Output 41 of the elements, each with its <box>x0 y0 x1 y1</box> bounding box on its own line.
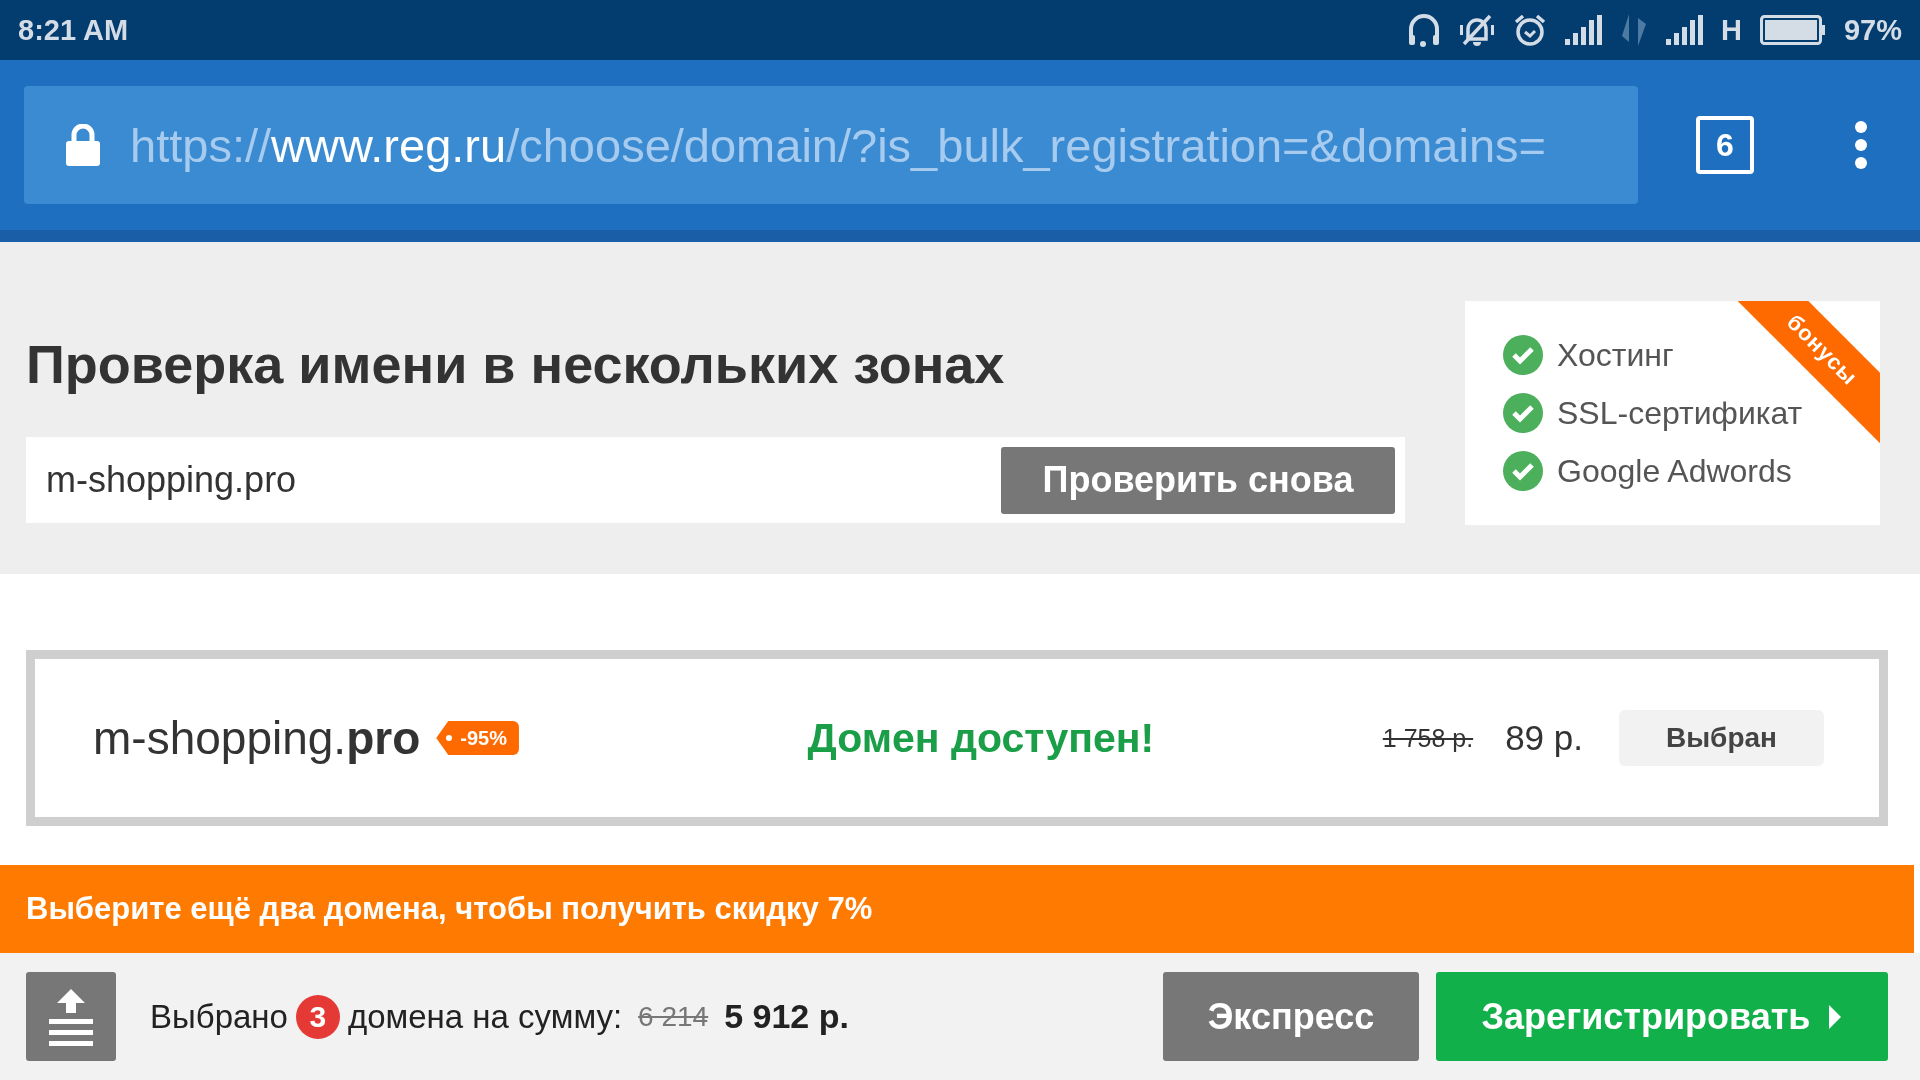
headset-icon <box>1407 13 1441 47</box>
more-menu-icon[interactable] <box>1854 120 1868 170</box>
upload-list-icon <box>47 986 95 1047</box>
discount-tag: -95% <box>436 721 519 755</box>
caret-right-icon <box>1828 1003 1843 1030</box>
old-price: 1 758 р. <box>1382 723 1474 753</box>
check-circle-icon <box>1503 393 1543 433</box>
cart-label: Выбрано <box>150 997 288 1036</box>
price: 89 р. <box>1505 718 1583 758</box>
old-total: 6 214 <box>638 1000 709 1033</box>
register-button[interactable]: Зарегистрировать <box>1436 972 1888 1061</box>
alarm-clock-icon <box>1513 13 1547 47</box>
bonus-item: Хостинг <box>1557 336 1674 374</box>
bonus-item: SSL-сертификат <box>1557 394 1803 432</box>
upload-button[interactable] <box>26 972 116 1061</box>
battery-icon <box>1759 15 1826 45</box>
total-price: 5 912 р. <box>724 997 849 1036</box>
bonus-item: Google Adwords <box>1557 452 1792 490</box>
signal-icon <box>1666 15 1703 45</box>
check-circle-icon <box>1503 335 1543 375</box>
express-button[interactable]: Экспресс <box>1163 972 1419 1061</box>
battery-percent: 97% <box>1843 13 1902 47</box>
url-text: https://www.reg.ru/choose/domain/?is_bulk_registration=&domains= <box>130 117 1546 173</box>
count-badge: 3 <box>295 994 340 1039</box>
clock-time: 8:21 AM <box>18 13 129 47</box>
network-type: H <box>1721 13 1742 47</box>
lock-icon <box>66 124 100 166</box>
tab-count-button[interactable]: 6 <box>1696 116 1754 174</box>
domain-input-field[interactable]: m-shopping.pro Проверить снова <box>26 437 1405 523</box>
data-arrows-icon <box>1620 14 1648 46</box>
url-field[interactable]: https://www.reg.ru/choose/domain/?is_bulk_registration=&domains= <box>24 86 1638 204</box>
promo-text: Выберите ещё два домена, чтобы получить скидку 7% <box>26 891 873 927</box>
check-circle-icon <box>1503 451 1543 491</box>
availability-status: Домен доступен! <box>806 714 1156 762</box>
signal-icon <box>1565 15 1602 45</box>
cart-label: домена на сумму: <box>347 997 623 1036</box>
check-again-button[interactable]: Проверить снова <box>1001 446 1395 514</box>
page-title: Проверка имени в нескольких зонах <box>26 333 1006 395</box>
selected-button[interactable]: Выбран <box>1619 710 1824 766</box>
domain-name: m-shopping.pro <box>93 711 421 765</box>
muted-bell-icon <box>1459 13 1495 47</box>
